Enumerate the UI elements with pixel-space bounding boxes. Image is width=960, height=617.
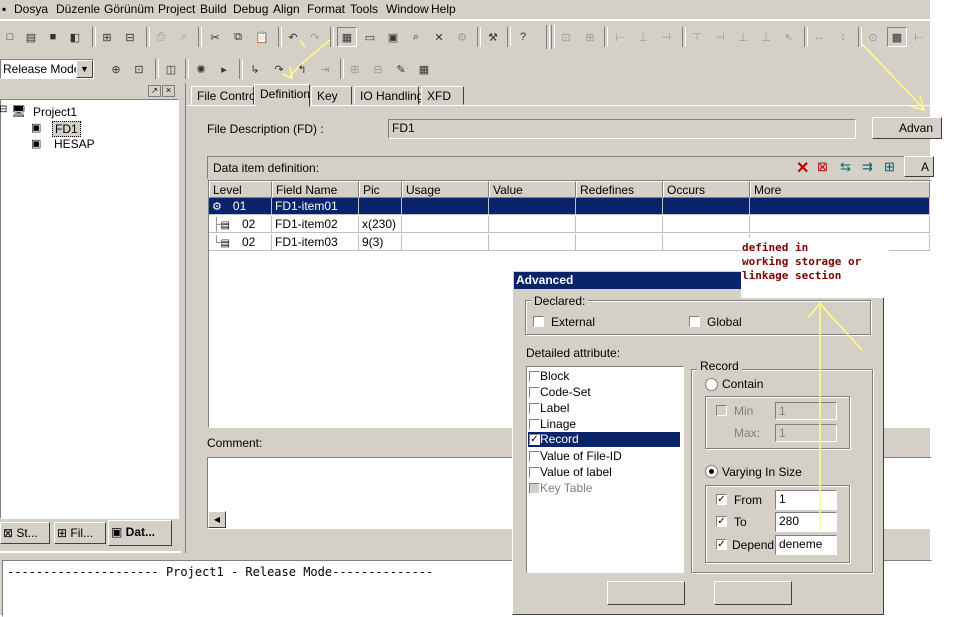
- arrow-tail: [299, 39, 306, 48]
- arrow-definition: [289, 39, 331, 77]
- arrow-tail: [821, 305, 863, 351]
- tab-definition[interactable]: Definition: [254, 84, 310, 107]
- annotation-arrows: [281, 39, 926, 530]
- arrow-advanced: [861, 43, 924, 109]
